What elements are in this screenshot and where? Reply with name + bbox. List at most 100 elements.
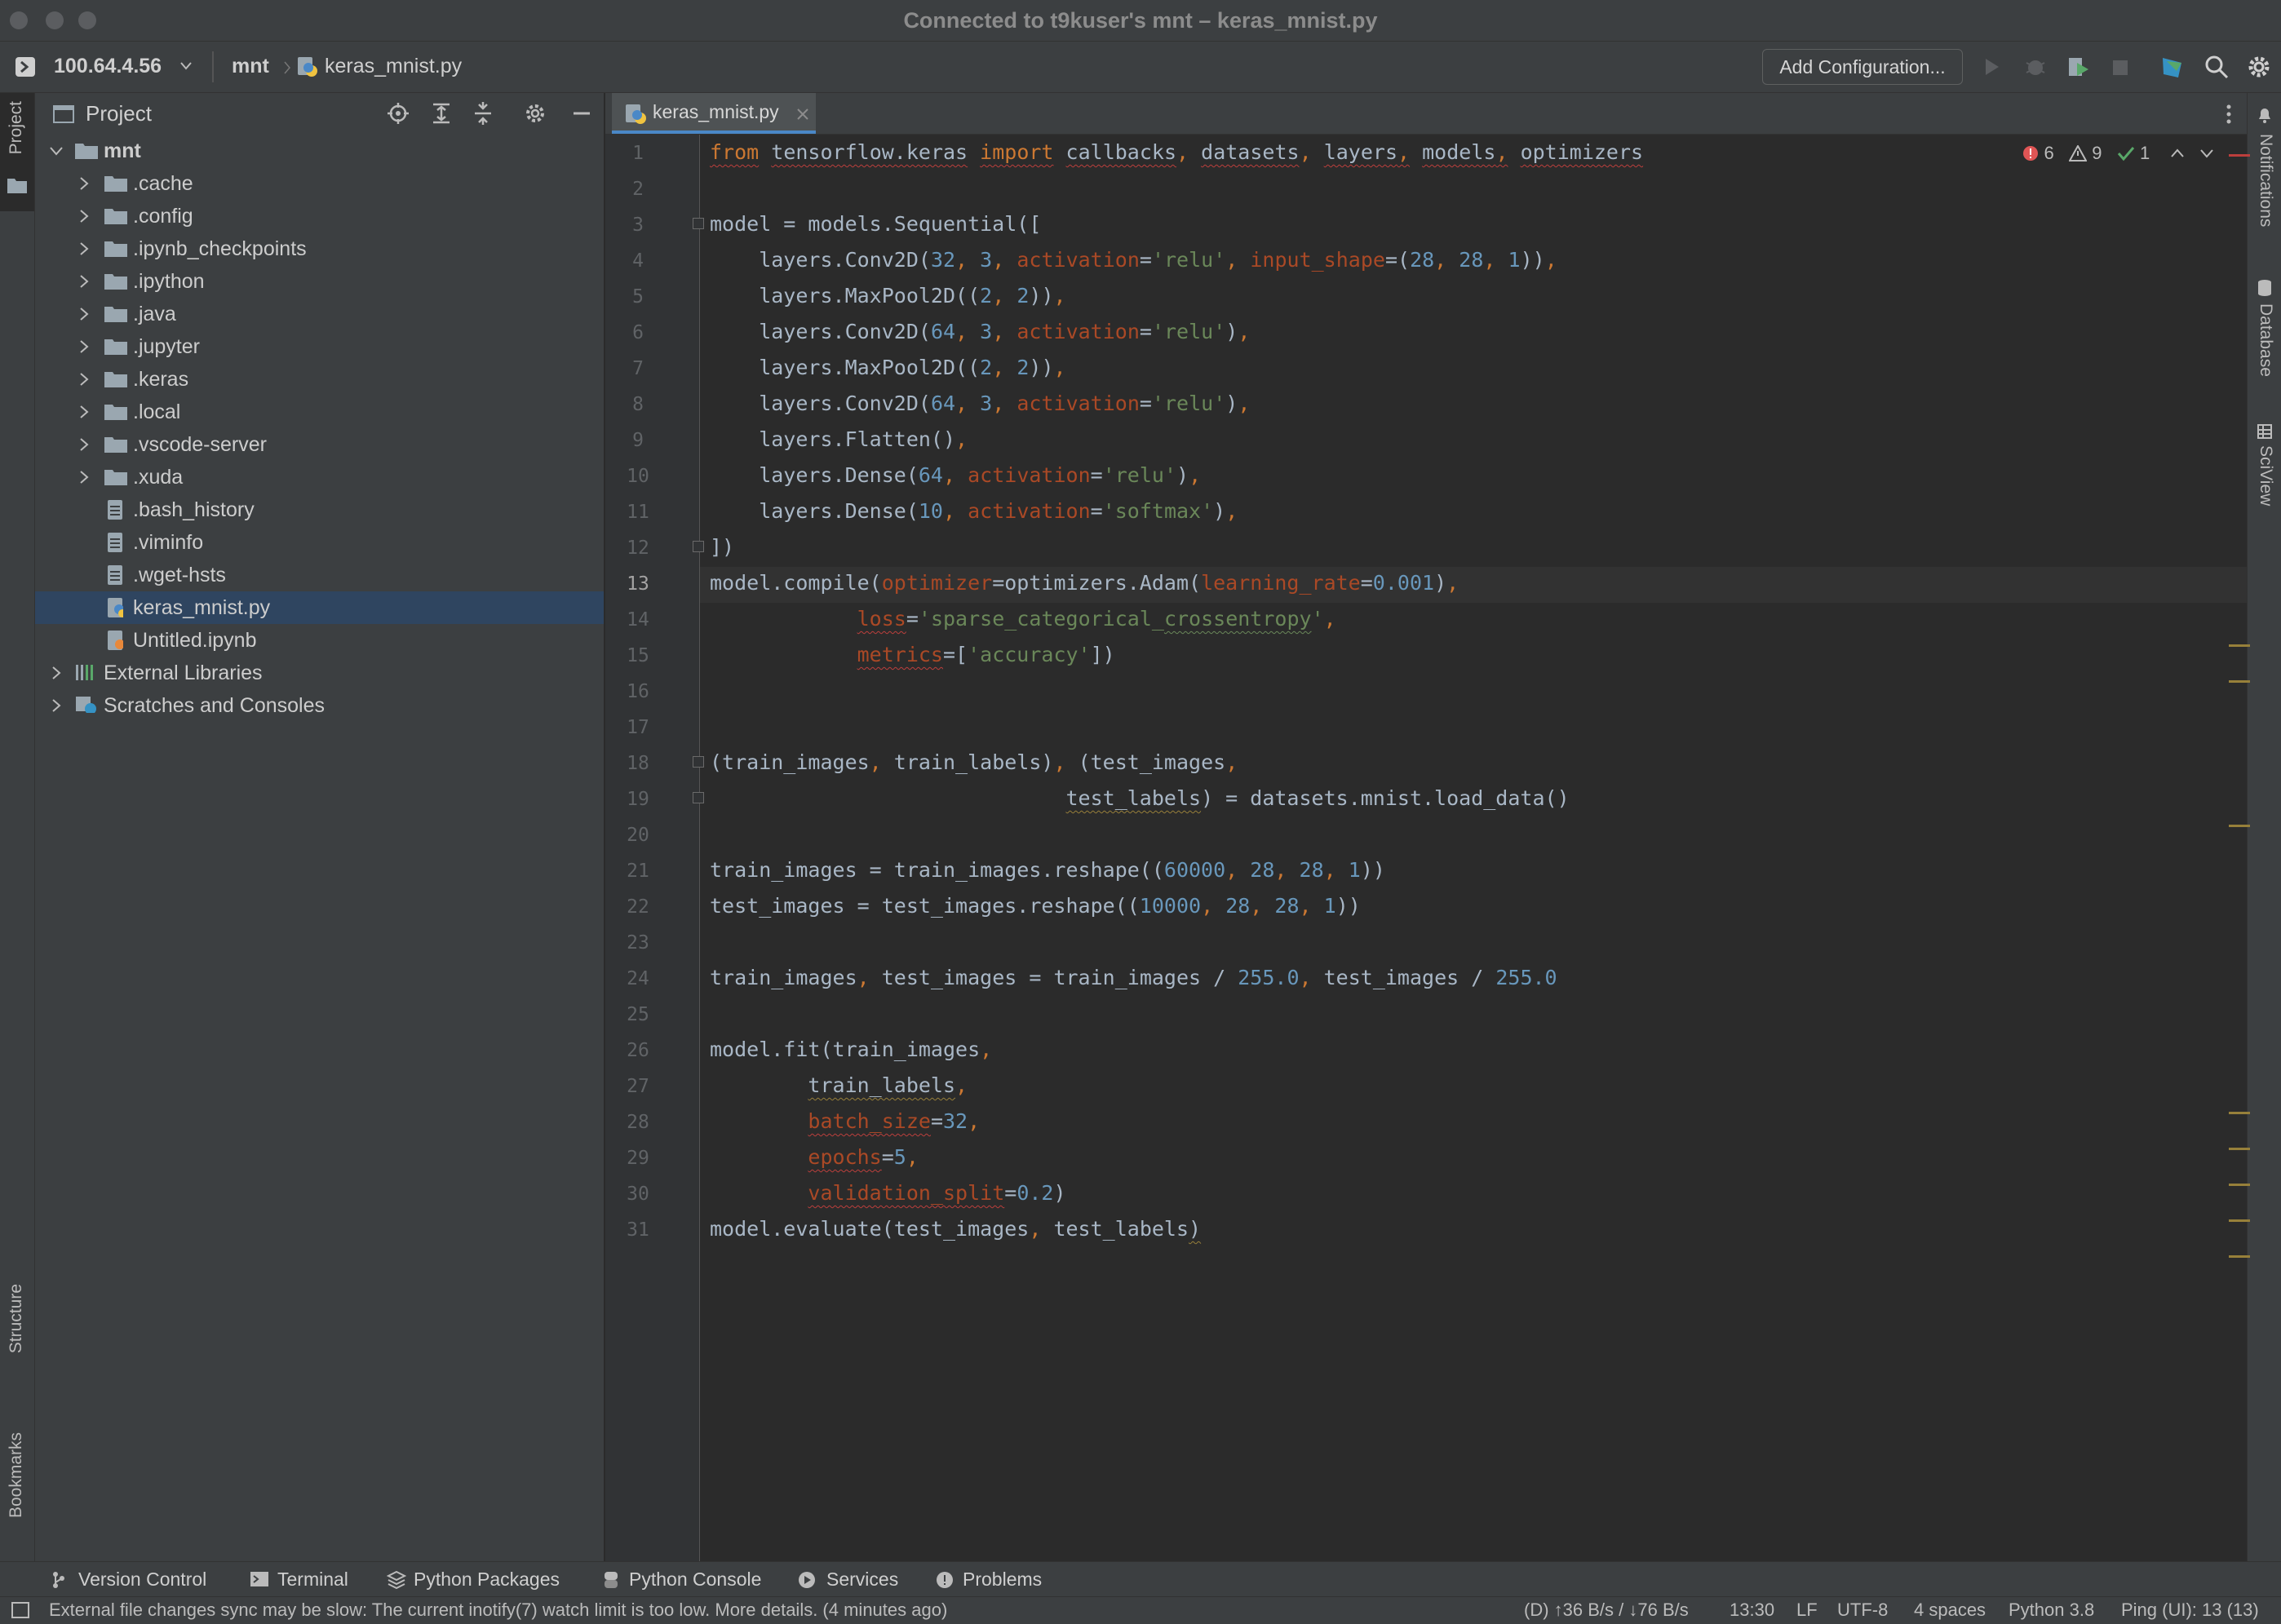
indent-setting[interactable]: 4 spaces [1914,1600,1986,1621]
tree-folder[interactable]: .cache [35,167,604,200]
chevron-right-icon[interactable] [76,298,92,330]
expand-all-icon[interactable] [429,101,454,126]
tree-file[interactable]: keras_mnist.py [35,591,604,624]
fold-marker[interactable] [693,218,704,229]
fold-marker[interactable] [693,541,704,552]
warning-stripe-mark[interactable] [2229,1255,2250,1258]
close-tab-icon[interactable] [796,108,809,121]
text-file-icon [108,565,122,585]
code-line-21: train_images = train_images.reshape((600… [710,858,1385,882]
tool-problems[interactable]: Problems [963,1569,1042,1591]
collapse-all-icon[interactable] [471,101,495,126]
notifications-tool-tab[interactable]: Notifications [2248,101,2281,264]
chevron-right-icon[interactable] [76,200,92,232]
more-options-icon[interactable] [2224,103,2234,126]
warning-stripe-mark[interactable] [2229,1219,2250,1222]
tree-file[interactable]: .wget-hsts [35,559,604,591]
error-stripe-mark[interactable] [2229,154,2250,157]
run-with-coverage-icon[interactable] [2064,53,2092,81]
chevron-right-icon[interactable] [76,232,92,265]
warning-stripe-mark[interactable] [2229,644,2250,647]
inspection-widget[interactable]: 6 9 1 [2022,143,2214,164]
tree-folder[interactable]: .jupyter [35,330,604,363]
chevron-right-icon[interactable] [76,396,92,428]
navigation-bar: 100.64.4.56 mnt keras_mnist.py Add Confi… [0,42,2281,94]
chevron-right-icon[interactable] [76,167,92,200]
locate-file-icon[interactable] [386,101,410,126]
tree-folder[interactable]: .java [35,298,604,330]
add-configuration-button[interactable]: Add Configuration... [1762,49,1963,85]
run-icon[interactable] [1978,53,2005,81]
chevron-right-icon[interactable] [76,363,92,396]
project-panel-title[interactable]: Project [86,101,152,126]
tool-python-console[interactable]: Python Console [629,1569,761,1591]
breadcrumb-project[interactable]: mnt [232,55,269,78]
breadcrumb-file[interactable]: keras_mnist.py [325,55,462,78]
tool-version-control[interactable]: Version Control [78,1569,206,1591]
fold-marker[interactable] [693,792,704,803]
line-number: 31 [627,1219,649,1241]
line-number: 15 [627,645,649,666]
tree-root-mnt[interactable]: mnt [35,135,604,167]
hide-panel-icon[interactable] [569,101,594,126]
chevron-right-icon[interactable] [76,265,92,298]
tree-file[interactable]: Untitled.ipynb [35,624,604,657]
chevron-up-icon[interactable] [2170,148,2185,159]
tool-services[interactable]: Services [826,1569,898,1591]
warning-stripe-mark[interactable] [2229,680,2250,683]
file-encoding[interactable]: UTF-8 [1837,1600,1888,1621]
line-number: 1 [632,143,644,164]
host-selector[interactable]: 100.64.4.56 [54,55,162,78]
tree-folder[interactable]: .xuda [35,461,604,493]
chevron-right-icon[interactable] [48,689,64,722]
code-line-18: (train_images, train_labels), (test_imag… [710,750,1238,774]
jetbrains-client-icon[interactable] [2159,53,2186,81]
tree-file[interactable]: .bash_history [35,493,604,526]
chevron-down-icon[interactable] [179,61,193,71]
sciview-tool-tab[interactable]: SciView [2248,424,2281,538]
ping-indicator[interactable]: Ping (UI): 13 (13) [2121,1600,2259,1621]
debug-icon[interactable] [2022,53,2049,81]
python-interpreter[interactable]: Python 3.8 [2009,1600,2094,1621]
line-separator[interactable]: LF [1796,1600,1818,1621]
settings-gear-icon[interactable] [2245,53,2273,81]
remote-terminal-icon [16,57,35,77]
caret-position[interactable]: 13:30 [1730,1600,1774,1621]
chevron-down-icon[interactable] [2199,148,2214,159]
chevron-right-icon[interactable] [76,428,92,461]
transfer-rate[interactable]: (D) ↑36 B/s / ↓76 B/s [1524,1600,1689,1621]
tree-folder[interactable]: .ipython [35,265,604,298]
tree-folder[interactable]: .local [35,396,604,428]
bookmarks-tool-tab[interactable]: Bookmarks [0,1408,34,1555]
tree-folder[interactable]: .keras [35,363,604,396]
tree-scratches-consoles[interactable]: Scratches and Consoles [35,689,604,722]
code-line-31: model.evaluate(test_images, test_labels) [710,1217,1202,1241]
code-editor[interactable]: 1 2 3 4 5 6 7 8 9 10 11 12 13 14 15 16 17 18 19 20 21 22 23 24 2… [605,135,2250,1562]
project-tool-tab[interactable]: Project [0,93,34,211]
chevron-right-icon[interactable] [76,330,92,363]
options-gear-icon[interactable] [523,101,547,126]
database-tool-tab[interactable]: Database [2248,279,2281,401]
warning-stripe-mark[interactable] [2229,1148,2250,1150]
folder-icon [104,437,127,453]
tree-item-label: .cache [133,172,193,195]
tree-folder[interactable]: .vscode-server [35,428,604,461]
tool-terminal[interactable]: Terminal [277,1569,348,1591]
status-message[interactable]: External file changes sync may be slow: … [49,1600,947,1621]
chevron-right-icon[interactable] [76,461,92,493]
tree-file[interactable]: .viminfo [35,526,604,559]
tree-external-libraries[interactable]: External Libraries [35,657,604,689]
warning-stripe-mark[interactable] [2229,1184,2250,1186]
tool-python-packages[interactable]: Python Packages [414,1569,560,1591]
fold-marker[interactable] [693,756,704,768]
chevron-right-icon[interactable] [48,657,64,689]
stop-icon[interactable] [2106,53,2134,81]
warning-stripe-mark[interactable] [2229,825,2250,827]
search-icon[interactable] [2203,53,2230,81]
tab-keras-mnist[interactable]: keras_mnist.py [612,93,816,134]
tree-folder[interactable]: .ipynb_checkpoints [35,232,604,265]
chevron-down-icon[interactable] [48,135,64,167]
toggle-tool-windows-icon[interactable] [11,1602,29,1618]
warning-stripe-mark[interactable] [2229,1112,2250,1114]
tree-folder[interactable]: .config [35,200,604,232]
